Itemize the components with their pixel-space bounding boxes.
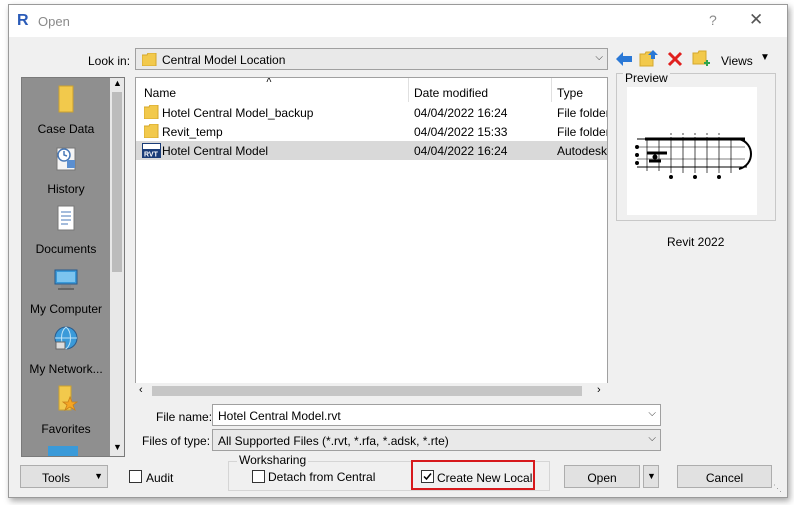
create-new-local-label: Create New Local	[437, 471, 533, 485]
file-name-label: File name:	[156, 410, 213, 424]
detach-from-central-checkbox[interactable]	[252, 470, 265, 483]
create-new-local-checkbox[interactable]	[421, 470, 434, 483]
checkmark-icon	[423, 473, 432, 481]
folder-icon	[58, 85, 74, 113]
file-type-dropdown[interactable]: All Supported Files (*.rvt, *.rfa, *.ads…	[212, 429, 661, 451]
look-in-value: Central Model Location	[162, 53, 286, 67]
rvt-file-icon: RVT	[142, 143, 161, 158]
favorites-icon	[58, 385, 79, 411]
chevron-down-icon: ▼	[647, 471, 656, 481]
scroll-down-icon[interactable]: ▼	[113, 442, 122, 452]
file-name-input[interactable]: Hotel Central Model.rvt ⌵	[212, 404, 661, 426]
file-type: Autodesk	[557, 144, 608, 158]
views-button[interactable]: Views	[721, 54, 753, 68]
detach-from-central-label: Detach from Central	[268, 470, 376, 484]
floor-plan-thumbnail-icon	[635, 133, 752, 179]
open-button[interactable]: Open	[564, 465, 640, 488]
chevron-down-icon: ⌵	[595, 52, 603, 63]
sidebar-item-history[interactable]: History	[22, 144, 110, 196]
sidebar-item-documents[interactable]: Documents	[22, 204, 110, 256]
hscroll-thumb[interactable]	[152, 386, 582, 396]
look-in-label: Look in:	[88, 54, 131, 68]
chevron-down-icon[interactable]: ⌵	[648, 408, 656, 419]
open-dialog: R Open ? ✕ Look in: Central Model Locati…	[8, 4, 788, 498]
more-places-icon	[48, 446, 78, 456]
sidebar-scroll-thumb[interactable]	[112, 92, 122, 272]
column-header-date[interactable]: Date modified	[408, 78, 551, 100]
folder-icon	[144, 124, 159, 138]
revit-logo-icon: R	[17, 12, 29, 29]
sidebar-item-my-network[interactable]: My Network...	[22, 324, 110, 376]
svg-text:RVT: RVT	[144, 152, 159, 159]
tools-button[interactable]: Tools ▼	[20, 465, 108, 488]
preview-version: Revit 2022	[667, 235, 725, 249]
sidebar-scrollbar[interactable]: ▲ ▼	[110, 78, 124, 456]
file-type: File folder	[557, 106, 608, 120]
cancel-button[interactable]: Cancel	[677, 465, 772, 488]
file-row-selected[interactable]: RVT Hotel Central Model 04/04/2022 16:24…	[136, 141, 607, 160]
help-button[interactable]: ?	[709, 12, 717, 28]
file-name: Hotel Central Model_backup	[162, 106, 314, 120]
scroll-left-icon[interactable]: ‹	[139, 384, 143, 396]
file-list-hscrollbar[interactable]: ‹ ›	[135, 383, 608, 399]
preview-panel: Preview	[616, 71, 776, 221]
sidebar-item-favorites[interactable]: Favorites	[22, 384, 110, 436]
folder-icon	[144, 105, 159, 119]
file-name: Revit_temp	[162, 125, 223, 139]
views-dropdown-arrow-icon[interactable]: ▼	[760, 52, 770, 63]
preview-thumbnail	[627, 87, 757, 215]
history-icon	[56, 147, 76, 171]
chevron-down-icon: ⌵	[648, 433, 656, 444]
sidebar-item-case-data[interactable]: Case Data	[22, 84, 110, 136]
file-list: Name ˄ Date modified Type Hotel Central …	[135, 77, 608, 399]
file-row[interactable]: Revit_temp 04/04/2022 15:33 File folder	[136, 122, 607, 141]
column-header-name[interactable]: Name ˄	[136, 78, 408, 100]
new-folder-icon[interactable]	[692, 49, 712, 67]
window-title: Open	[38, 14, 70, 29]
scroll-right-icon[interactable]: ›	[597, 384, 601, 396]
folder-icon	[142, 53, 157, 66]
computer-icon	[54, 269, 78, 290]
back-arrow-icon[interactable]	[615, 51, 633, 67]
places-sidebar: Case Data History Documents My Computer …	[21, 77, 125, 457]
chevron-down-icon: ▼	[94, 471, 103, 481]
file-name: Hotel Central Model	[162, 144, 269, 158]
preview-label: Preview	[623, 71, 670, 85]
worksharing-label: Worksharing	[237, 453, 309, 467]
open-options-button[interactable]: ▼	[643, 465, 659, 488]
column-header-type[interactable]: Type	[551, 78, 607, 100]
documents-icon	[57, 205, 75, 231]
file-type: File folder	[557, 125, 608, 139]
delete-icon[interactable]	[667, 51, 683, 67]
sort-ascending-icon: ˄	[266, 77, 272, 86]
sidebar-item-my-computer[interactable]: My Computer	[22, 264, 110, 316]
audit-checkbox[interactable]	[129, 470, 142, 483]
network-globe-icon	[54, 326, 78, 350]
title-bar: R Open ? ✕	[9, 5, 787, 37]
file-row[interactable]: Hotel Central Model_backup 04/04/2022 16…	[136, 103, 607, 122]
audit-label: Audit	[146, 471, 174, 485]
scroll-up-icon[interactable]: ▲	[113, 78, 122, 88]
file-date: 04/04/2022 15:33	[414, 125, 508, 139]
file-type-label: Files of type:	[142, 434, 211, 448]
file-date: 04/04/2022 16:24	[414, 106, 508, 120]
up-folder-icon[interactable]	[639, 49, 659, 67]
file-date: 04/04/2022 16:24	[414, 144, 508, 158]
look-in-dropdown[interactable]: Central Model Location ⌵	[135, 48, 608, 70]
resize-grip-icon[interactable]: ⋱	[773, 483, 782, 494]
close-button[interactable]: ✕	[749, 10, 763, 30]
